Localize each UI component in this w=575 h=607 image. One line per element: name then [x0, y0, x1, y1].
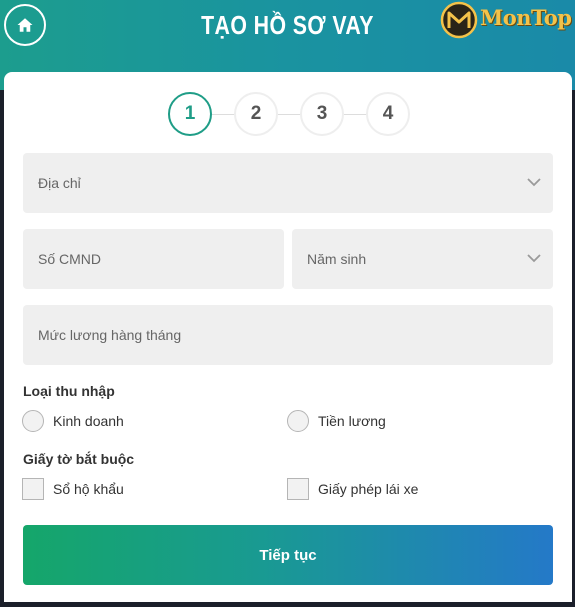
step-connector — [278, 114, 302, 115]
step-3[interactable]: 3 — [300, 92, 344, 136]
document-option-license[interactable]: Giấy phép lái xe — [287, 478, 418, 500]
logo-emblem-icon — [440, 1, 478, 39]
monthly-salary-placeholder: Mức lương hàng tháng — [38, 327, 182, 343]
checkbox[interactable] — [287, 478, 309, 500]
income-type-label: Loại thu nhập — [23, 383, 115, 399]
montop-logo: MonTop — [440, 0, 575, 40]
step-2[interactable]: 2 — [234, 92, 278, 136]
step-connector — [212, 114, 236, 115]
income-option-label: Kinh doanh — [53, 413, 124, 429]
checkbox[interactable] — [22, 478, 44, 500]
document-option-household[interactable]: Sổ hộ khẩu — [22, 478, 124, 500]
bottom-edge — [0, 602, 575, 607]
address-select[interactable]: Địa chỉ — [23, 153, 553, 213]
income-option-salary[interactable]: Tiền lương — [287, 410, 386, 432]
step-indicator: 1 2 3 4 — [4, 92, 572, 138]
id-number-input[interactable]: Số CMND — [23, 229, 284, 289]
continue-button[interactable]: Tiếp tục — [23, 525, 553, 585]
id-number-placeholder: Số CMND — [38, 251, 102, 267]
loan-form-card: 1 2 3 4 Địa chỉ Số CMND Năm sinh Mức lươ… — [4, 72, 572, 607]
step-1[interactable]: 1 — [168, 92, 212, 136]
home-button[interactable] — [4, 4, 46, 46]
home-icon — [17, 18, 33, 32]
documents-label: Giấy tờ bắt buộc — [23, 451, 135, 467]
income-option-business[interactable]: Kinh doanh — [22, 410, 124, 432]
radio-button[interactable] — [22, 410, 44, 432]
address-placeholder: Địa chỉ — [38, 175, 81, 191]
chevron-down-icon — [527, 254, 541, 263]
birth-year-placeholder: Năm sinh — [307, 251, 367, 267]
radio-button[interactable] — [287, 410, 309, 432]
logo-text: MonTop — [480, 5, 572, 30]
document-option-label: Sổ hộ khẩu — [53, 481, 124, 497]
step-4[interactable]: 4 — [366, 92, 410, 136]
step-connector — [344, 114, 368, 115]
monthly-salary-input[interactable]: Mức lương hàng tháng — [23, 305, 553, 365]
chevron-down-icon — [527, 178, 541, 187]
birth-year-select[interactable]: Năm sinh — [292, 229, 553, 289]
income-option-label: Tiền lương — [318, 413, 386, 429]
document-option-label: Giấy phép lái xe — [318, 481, 419, 497]
